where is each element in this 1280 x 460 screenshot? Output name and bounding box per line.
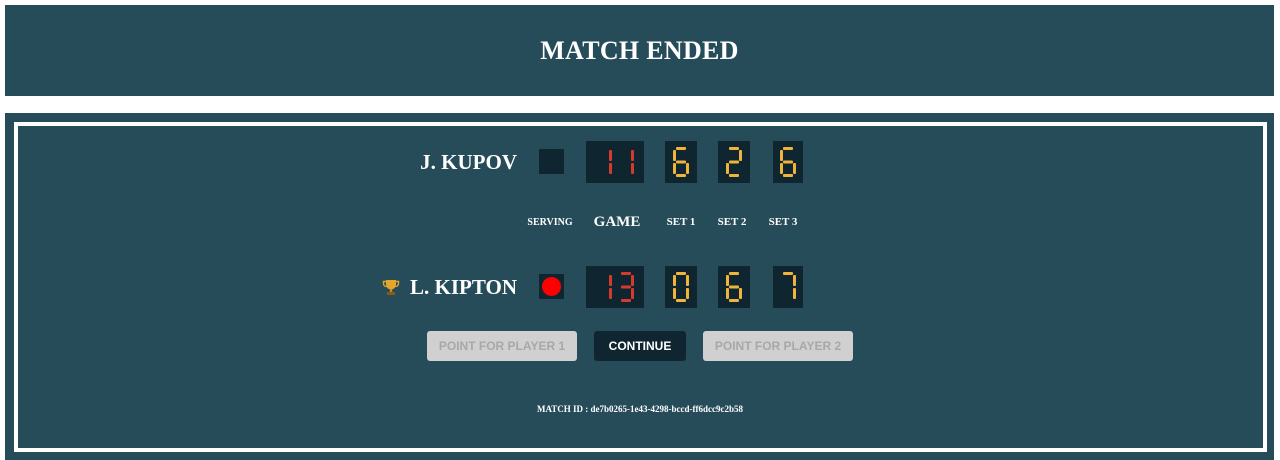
- digit-segment: [783, 272, 793, 275]
- set-3-column-label: SET 3: [768, 216, 798, 228]
- player-2-serving-indicator: [539, 274, 564, 299]
- digit-segment: [609, 275, 612, 286]
- digit-segment: [631, 275, 634, 286]
- digit-segment: [780, 163, 783, 174]
- player-1-game-score: [586, 141, 644, 183]
- player-1-set-3-score: [773, 141, 803, 183]
- digit-segment: [673, 163, 676, 174]
- digit-segment: [729, 285, 739, 289]
- player-2-set-3-score: [773, 266, 803, 308]
- player-1-set-2-score: [718, 141, 750, 183]
- digit-segment: [631, 150, 634, 161]
- digit-segment: [686, 163, 689, 174]
- digit-segment: [729, 160, 739, 164]
- digit-segment: [676, 147, 686, 150]
- digit-segment: [609, 163, 612, 174]
- player-1-set-1-score: [665, 141, 697, 183]
- digit-segment: [780, 150, 783, 161]
- header-bar: MATCH ENDED: [5, 5, 1274, 96]
- digit-segment: [739, 288, 742, 299]
- point-for-player-2-button[interactable]: POINT FOR PLAYER 2: [703, 331, 853, 361]
- digit-segment: [739, 150, 742, 161]
- player-2-set-1-score: [665, 266, 697, 308]
- digit-segment: [676, 299, 686, 302]
- digit-segment: [609, 288, 612, 299]
- digit-segment: [793, 275, 796, 286]
- digit-segment: [793, 163, 796, 174]
- digit-segment: [609, 150, 612, 161]
- match-id: MATCH ID : de7b0265-1e43-4298-bccd-ff6dc…: [536, 404, 744, 414]
- digit-segment: [673, 275, 676, 286]
- point-for-player-1-button[interactable]: POINT FOR PLAYER 1: [427, 331, 577, 361]
- digit-segment: [621, 285, 631, 289]
- digit-segment: [621, 272, 631, 275]
- digit-segment: [686, 288, 689, 299]
- player-2-name-cell: L. KIPTON: [382, 275, 517, 300]
- digit-segment: [673, 150, 676, 161]
- digit-segment: [729, 299, 739, 302]
- digit-segment: [783, 147, 793, 150]
- digit-segment: [631, 288, 634, 299]
- game-column-label: GAME: [593, 214, 641, 230]
- digit-segment: [783, 174, 793, 177]
- digit-segment: [676, 174, 686, 177]
- serving-column-label: SERVING: [527, 217, 573, 228]
- digit-segment: [631, 163, 634, 174]
- player-2-set-2-score: [718, 266, 750, 308]
- digit-segment: [726, 275, 729, 286]
- digit-segment: [783, 160, 793, 164]
- digit-segment: [686, 275, 689, 286]
- player-2-name: L. KIPTON: [410, 275, 517, 299]
- digit-segment: [676, 272, 686, 275]
- serving-dot-icon: [542, 277, 561, 296]
- digit-segment: [729, 147, 739, 150]
- player-2-game-score: [586, 266, 644, 308]
- trophy-icon: [382, 277, 400, 295]
- digit-segment: [729, 272, 739, 275]
- digit-segment: [621, 299, 631, 302]
- digit-segment: [726, 288, 729, 299]
- digit-segment: [726, 163, 729, 174]
- player-1-serving-indicator: [539, 149, 564, 174]
- player-1-name: J. KUPOV: [420, 150, 517, 174]
- digit-segment: [793, 288, 796, 299]
- player-1-name-cell: J. KUPOV: [420, 150, 517, 175]
- continue-button[interactable]: CONTINUE: [594, 331, 686, 361]
- digit-segment: [676, 160, 686, 164]
- set-1-column-label: SET 1: [666, 216, 696, 228]
- digit-segment: [729, 174, 739, 177]
- set-2-column-label: SET 2: [717, 216, 747, 228]
- page-title: MATCH ENDED: [540, 35, 739, 65]
- digit-segment: [673, 288, 676, 299]
